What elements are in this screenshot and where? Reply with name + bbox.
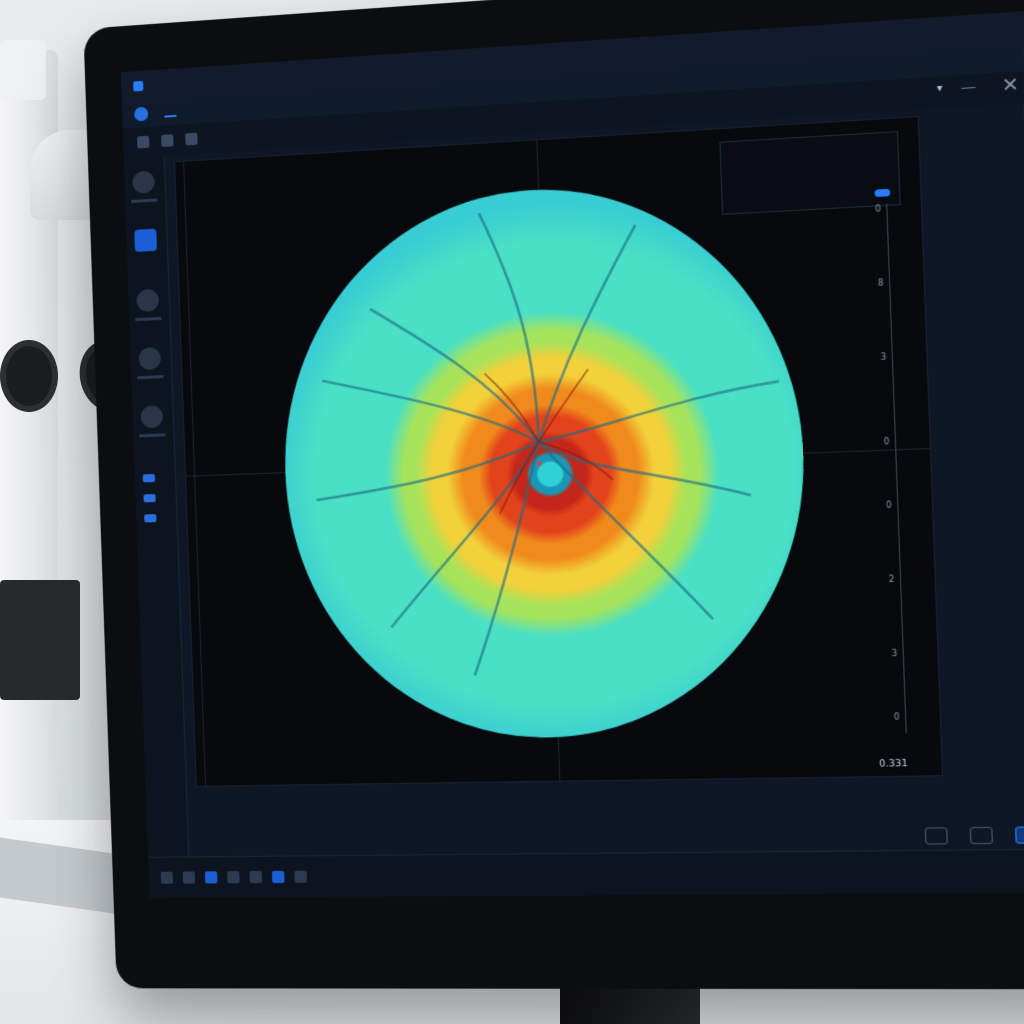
scan-dropdown[interactable]: ▾ xyxy=(930,83,943,95)
scale-tick: 3 xyxy=(880,352,887,362)
scale-tick: 0 xyxy=(885,500,892,511)
nav-chip-icon[interactable] xyxy=(142,473,156,483)
scale-tick: 0 xyxy=(883,436,890,447)
retina-heatmap[interactable] xyxy=(276,175,814,742)
nav-item-layers-icon[interactable] xyxy=(138,347,162,371)
scale-max-label: 0.331 xyxy=(878,758,909,770)
screen: ▾ — ✕ 0 8 3 0 0 2 3 0 0.331 xyxy=(120,2,1024,898)
app-logo-icon xyxy=(133,80,144,92)
tab-3[interactable] xyxy=(221,104,233,113)
minimize-button[interactable]: — xyxy=(960,78,976,96)
image-viewer[interactable]: 0 8 3 0 0 2 3 0 0.331 xyxy=(174,116,944,787)
nav-item-image-icon[interactable] xyxy=(134,228,158,252)
overlay-toggle[interactable] xyxy=(874,188,891,198)
save-icon[interactable] xyxy=(185,132,198,146)
microscope-head xyxy=(0,40,46,100)
scale-tick: 0 xyxy=(874,204,881,214)
file-icon[interactable] xyxy=(136,135,150,149)
viewer-actions xyxy=(902,826,1024,845)
tab-2[interactable] xyxy=(192,106,204,115)
layers-icon[interactable] xyxy=(182,871,196,884)
tab-1[interactable] xyxy=(164,106,177,118)
chevron-down-icon: ▾ xyxy=(936,82,943,95)
status-strip xyxy=(148,847,1024,898)
close-button[interactable]: ✕ xyxy=(996,73,1024,97)
nav-caption xyxy=(131,198,158,204)
vessel-overlay xyxy=(276,175,812,699)
grid-icon[interactable] xyxy=(160,871,174,884)
measure-icon[interactable] xyxy=(271,870,285,884)
folder-icon[interactable] xyxy=(161,134,174,147)
scale-tick: 3 xyxy=(891,648,898,659)
active-tool-icon[interactable] xyxy=(204,871,218,884)
microscope-eyepiece xyxy=(0,340,58,412)
microscope-base xyxy=(0,580,80,700)
monitor: ▾ — ✕ 0 8 3 0 0 2 3 0 0.331 xyxy=(83,0,1024,990)
nav-caption xyxy=(137,375,164,380)
export-icon[interactable] xyxy=(1015,826,1024,844)
nav-chip-icon[interactable] xyxy=(144,514,157,523)
nav-item-analysis-icon[interactable] xyxy=(136,288,160,313)
nav-caption xyxy=(139,433,166,438)
home-icon[interactable] xyxy=(133,106,149,122)
scale-tick: 0 xyxy=(893,712,900,722)
nav-chip-icon[interactable] xyxy=(143,493,156,503)
nav-item-compare-icon[interactable] xyxy=(140,405,164,429)
info-icon[interactable] xyxy=(294,870,308,883)
scale-tick: 8 xyxy=(877,278,884,288)
nav-caption xyxy=(135,316,162,322)
camera-icon[interactable] xyxy=(924,827,948,845)
ruler-left xyxy=(183,161,206,786)
scale-tick: 2 xyxy=(888,574,895,585)
compare-icon[interactable] xyxy=(969,826,993,845)
settings-icon[interactable] xyxy=(249,870,263,884)
ruler-icon[interactable] xyxy=(227,871,240,884)
info-overlay xyxy=(719,131,901,215)
nav-item-scan-icon[interactable] xyxy=(132,170,155,194)
